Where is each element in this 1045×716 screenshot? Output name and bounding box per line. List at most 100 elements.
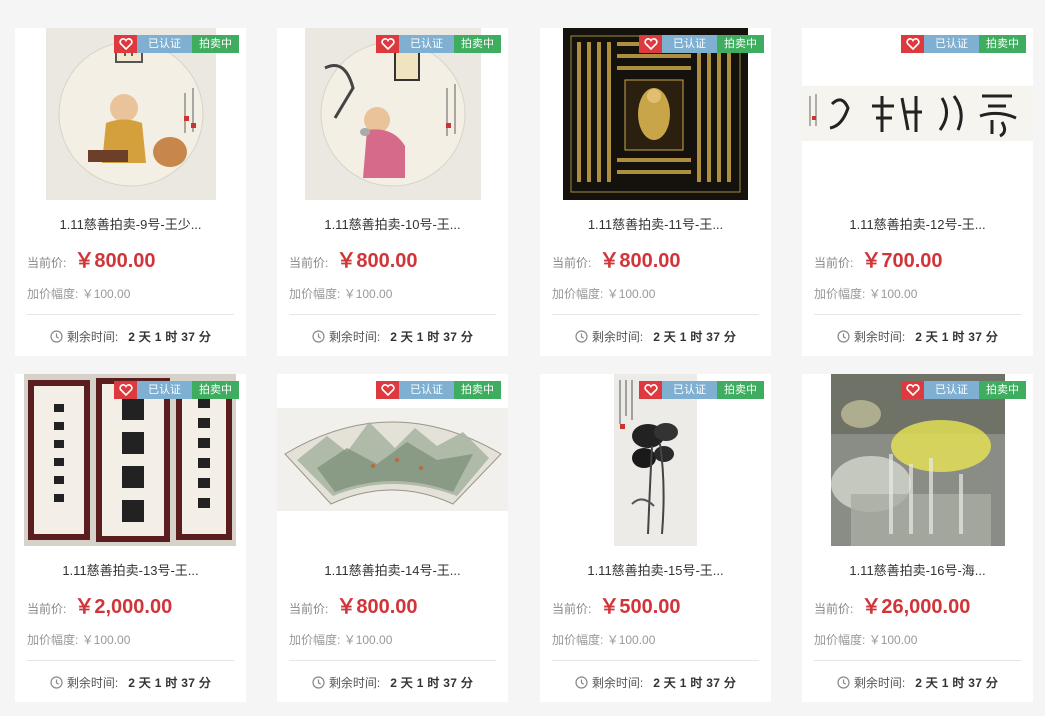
artwork-thumbnail[interactable]: 已认证 拍卖中 [15, 374, 246, 546]
remaining-time: 2 天 1 时 37 分 [915, 676, 999, 690]
time-row: 剩余时间: 2 天 1 时 37 分 [277, 674, 508, 691]
remaining-time: 2 天 1 时 37 分 [653, 676, 737, 690]
increment-row: 加价幅度: ￥100.00 [814, 285, 917, 302]
remaining-label: 剩余时间: [66, 330, 119, 344]
lot-title[interactable]: 1.11慈善拍卖-10号-王... [277, 214, 508, 233]
auction-card[interactable]: 已认证 拍卖中 1.11慈善拍卖-15号-王... 当前价: ￥500.00 加… [540, 374, 771, 702]
price-row: 当前价: ￥2,000.00 [27, 590, 172, 619]
increment-value: ￥100.00 [343, 633, 393, 647]
status-badge: 拍卖中 [454, 381, 501, 399]
auction-card[interactable]: 已认证 拍卖中 1.11慈善拍卖-14号-王... 当前价: ￥800.00 加… [277, 374, 508, 702]
lot-title[interactable]: 1.11慈善拍卖-11号-王... [540, 214, 771, 233]
time-row: 剩余时间: 2 天 1 时 37 分 [277, 328, 508, 345]
clock-icon [575, 330, 588, 343]
certified-badge: 已认证 [924, 35, 979, 53]
divider [27, 314, 234, 315]
increment-label: 加价幅度: [27, 633, 79, 647]
heart-icon [380, 38, 395, 50]
artwork-thumbnail[interactable]: 已认证 拍卖中 [277, 28, 508, 200]
increment-row: 加价幅度: ￥100.00 [814, 631, 917, 648]
favorite-button[interactable] [901, 35, 924, 53]
favorite-button[interactable] [639, 35, 662, 53]
increment-value: ￥100.00 [606, 633, 656, 647]
price-label: 当前价: [814, 256, 854, 270]
increment-label: 加价幅度: [552, 633, 604, 647]
increment-row: 加价幅度: ￥100.00 [27, 631, 130, 648]
favorite-button[interactable] [376, 381, 399, 399]
increment-label: 加价幅度: [552, 287, 604, 301]
certified-badge: 已认证 [662, 381, 717, 399]
favorite-button[interactable] [114, 381, 137, 399]
lot-title[interactable]: 1.11慈善拍卖-12号-王... [802, 214, 1033, 233]
heart-icon [118, 384, 133, 396]
price-label: 当前价: [814, 602, 854, 616]
price-label: 当前价: [27, 256, 67, 270]
increment-value: ￥100.00 [868, 633, 918, 647]
artwork-thumbnail[interactable]: 已认证 拍卖中 [15, 28, 246, 200]
auction-card[interactable]: 已认证 拍卖中 1.11慈善拍卖-13号-王... 当前价: ￥2,000.00… [15, 374, 246, 702]
auction-card[interactable]: 已认证 拍卖中 1.11慈善拍卖-12号-王... 当前价: ￥700.00 加… [802, 28, 1033, 356]
lot-title[interactable]: 1.11慈善拍卖-16号-海... [802, 560, 1033, 579]
price-row: 当前价: ￥500.00 [552, 590, 681, 619]
badge-group: 已认证 拍卖中 [639, 35, 764, 53]
heart-icon [380, 384, 395, 396]
status-badge: 拍卖中 [979, 35, 1026, 53]
artwork-thumbnail[interactable]: 已认证 拍卖中 [802, 374, 1033, 546]
heart-icon [643, 38, 658, 50]
clock-icon [50, 676, 63, 689]
artwork-thumbnail[interactable]: 已认证 拍卖中 [540, 374, 771, 546]
badge-group: 已认证 拍卖中 [639, 381, 764, 399]
favorite-button[interactable] [376, 35, 399, 53]
price-row: 当前价: ￥700.00 [814, 244, 943, 273]
divider [552, 314, 759, 315]
price-row: 当前价: ￥800.00 [289, 244, 418, 273]
badge-group: 已认证 拍卖中 [376, 381, 501, 399]
price-label: 当前价: [289, 602, 329, 616]
remaining-time: 2 天 1 时 37 分 [390, 676, 474, 690]
remaining-time: 2 天 1 时 37 分 [653, 330, 737, 344]
artwork-thumbnail[interactable]: 已认证 拍卖中 [277, 374, 508, 546]
time-row: 剩余时间: 2 天 1 时 37 分 [15, 328, 246, 345]
price-label: 当前价: [552, 256, 592, 270]
divider [27, 660, 234, 661]
current-price: ￥800.00 [599, 250, 681, 272]
remaining-label: 剩余时间: [328, 676, 381, 690]
badge-group: 已认证 拍卖中 [114, 35, 239, 53]
remaining-time: 2 天 1 时 37 分 [128, 676, 212, 690]
favorite-button[interactable] [639, 381, 662, 399]
clock-icon [575, 676, 588, 689]
lot-title[interactable]: 1.11慈善拍卖-13号-王... [15, 560, 246, 579]
heart-icon [643, 384, 658, 396]
artwork-thumbnail[interactable]: 已认证 拍卖中 [540, 28, 771, 200]
increment-value: ￥100.00 [81, 287, 131, 301]
increment-label: 加价幅度: [27, 287, 79, 301]
clock-icon [312, 676, 325, 689]
badge-group: 已认证 拍卖中 [901, 381, 1026, 399]
current-price: ￥2,000.00 [74, 596, 173, 618]
auction-card[interactable]: 已认证 拍卖中 1.11慈善拍卖-10号-王... 当前价: ￥800.00 加… [277, 28, 508, 356]
certified-badge: 已认证 [662, 35, 717, 53]
remaining-label: 剩余时间: [66, 676, 119, 690]
current-price: ￥800.00 [336, 250, 418, 272]
certified-badge: 已认证 [137, 381, 192, 399]
increment-value: ￥100.00 [868, 287, 918, 301]
increment-row: 加价幅度: ￥100.00 [552, 285, 655, 302]
current-price: ￥800.00 [74, 250, 156, 272]
status-badge: 拍卖中 [192, 381, 239, 399]
divider [552, 660, 759, 661]
current-price: ￥700.00 [861, 250, 943, 272]
lot-title[interactable]: 1.11慈善拍卖-14号-王... [277, 560, 508, 579]
favorite-button[interactable] [901, 381, 924, 399]
certified-badge: 已认证 [399, 35, 454, 53]
auction-card[interactable]: 已认证 拍卖中 1.11慈善拍卖-9号-王少... 当前价: ￥800.00 加… [15, 28, 246, 356]
favorite-button[interactable] [114, 35, 137, 53]
lot-title[interactable]: 1.11慈善拍卖-9号-王少... [15, 214, 246, 233]
auction-card[interactable]: 已认证 拍卖中 1.11慈善拍卖-16号-海... 当前价: ￥26,000.0… [802, 374, 1033, 702]
artwork-thumbnail[interactable]: 已认证 拍卖中 [802, 28, 1033, 200]
price-label: 当前价: [27, 602, 67, 616]
increment-label: 加价幅度: [289, 287, 341, 301]
lot-title[interactable]: 1.11慈善拍卖-15号-王... [540, 560, 771, 579]
divider [814, 314, 1021, 315]
increment-row: 加价幅度: ￥100.00 [27, 285, 130, 302]
auction-card[interactable]: 已认证 拍卖中 1.11慈善拍卖-11号-王... 当前价: ￥800.00 加… [540, 28, 771, 356]
